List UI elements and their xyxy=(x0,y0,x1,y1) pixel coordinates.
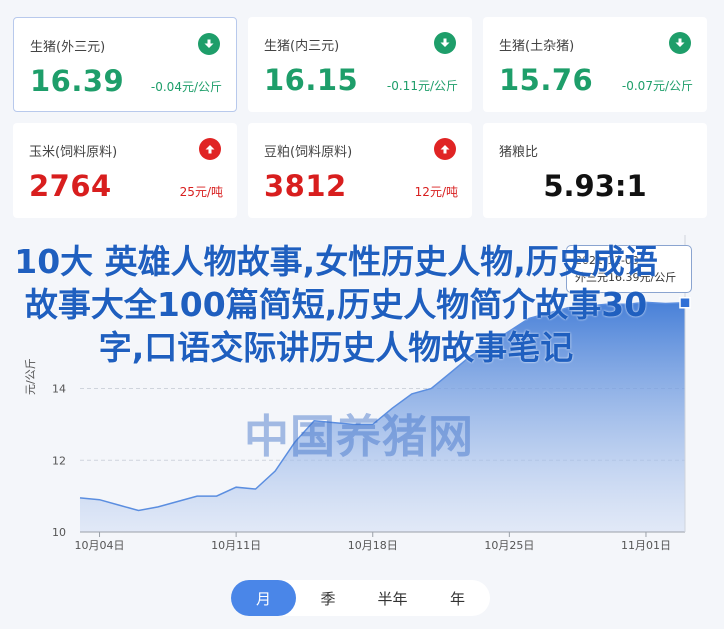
card-ratio: 5.93:1 xyxy=(543,169,647,203)
price-card-waisanyuan[interactable]: 生猪(外三元) 16.39 -0.04元/公斤 xyxy=(13,17,237,112)
down-arrow-icon xyxy=(198,33,220,55)
down-arrow-icon xyxy=(434,32,456,54)
period-selector: 月 季 半年 年 xyxy=(231,580,490,616)
card-change: -0.11元/公斤 xyxy=(386,79,458,93)
period-button-month[interactable]: 月 xyxy=(231,580,296,616)
period-button-half-year[interactable]: 半年 xyxy=(360,580,425,616)
down-arrow-icon xyxy=(669,32,691,54)
card-change: -0.07元/公斤 xyxy=(621,79,693,93)
price-card-pig-grain-ratio[interactable]: 猪粮比 5.93:1 xyxy=(483,123,707,218)
card-title: 生猪(内三元) xyxy=(264,39,340,54)
latest-point-marker xyxy=(679,297,691,309)
price-card-neisanyuan[interactable]: 生猪(内三元) 16.15 -0.11元/公斤 xyxy=(248,17,472,112)
card-title: 生猪(土杂猪) xyxy=(499,39,575,54)
card-price: 15.76 xyxy=(499,63,594,97)
up-arrow-icon xyxy=(199,138,221,160)
card-price: 3812 xyxy=(264,169,347,203)
card-title: 豆粕(饲料原料) xyxy=(264,145,353,160)
price-card-tuzazhu[interactable]: 生猪(土杂猪) 15.76 -0.07元/公斤 xyxy=(483,17,707,112)
card-title: 玉米(饲料原料) xyxy=(29,145,118,160)
x-tick-label: 10月04日 xyxy=(75,539,125,552)
card-change: 25元/吨 xyxy=(179,185,223,199)
card-change: -0.04元/公斤 xyxy=(150,80,222,94)
y-tick-label: 12 xyxy=(52,454,66,467)
card-price: 2764 xyxy=(29,169,112,203)
period-button-quarter[interactable]: 季 xyxy=(296,580,360,616)
y-tick-label: 10 xyxy=(52,526,66,539)
card-title: 猪粮比 xyxy=(499,145,539,160)
card-title: 生猪(外三元) xyxy=(30,40,106,55)
x-tick-label: 10月25日 xyxy=(484,539,534,552)
card-price: 16.39 xyxy=(30,64,125,98)
card-change: 12元/吨 xyxy=(414,185,458,199)
card-price: 16.15 xyxy=(264,63,359,97)
overlay-title: 10大 英雄人物故事,女性历史人物,历史成语故事大全100篇简短,历史人物简介故… xyxy=(14,242,658,367)
y-tick-label: 14 xyxy=(52,383,66,396)
x-tick-label: 10月11日 xyxy=(211,539,261,552)
price-card-soymeal[interactable]: 豆粕(饲料原料) 3812 12元/吨 xyxy=(248,123,472,218)
x-tick-label: 10月18日 xyxy=(348,539,398,552)
period-button-year[interactable]: 年 xyxy=(425,580,490,616)
watermark: 中国养猪网 xyxy=(244,410,475,463)
up-arrow-icon xyxy=(434,138,456,160)
price-card-corn[interactable]: 玉米(饲料原料) 2764 25元/吨 xyxy=(13,123,237,218)
x-tick-label: 11月01日 xyxy=(621,539,671,552)
